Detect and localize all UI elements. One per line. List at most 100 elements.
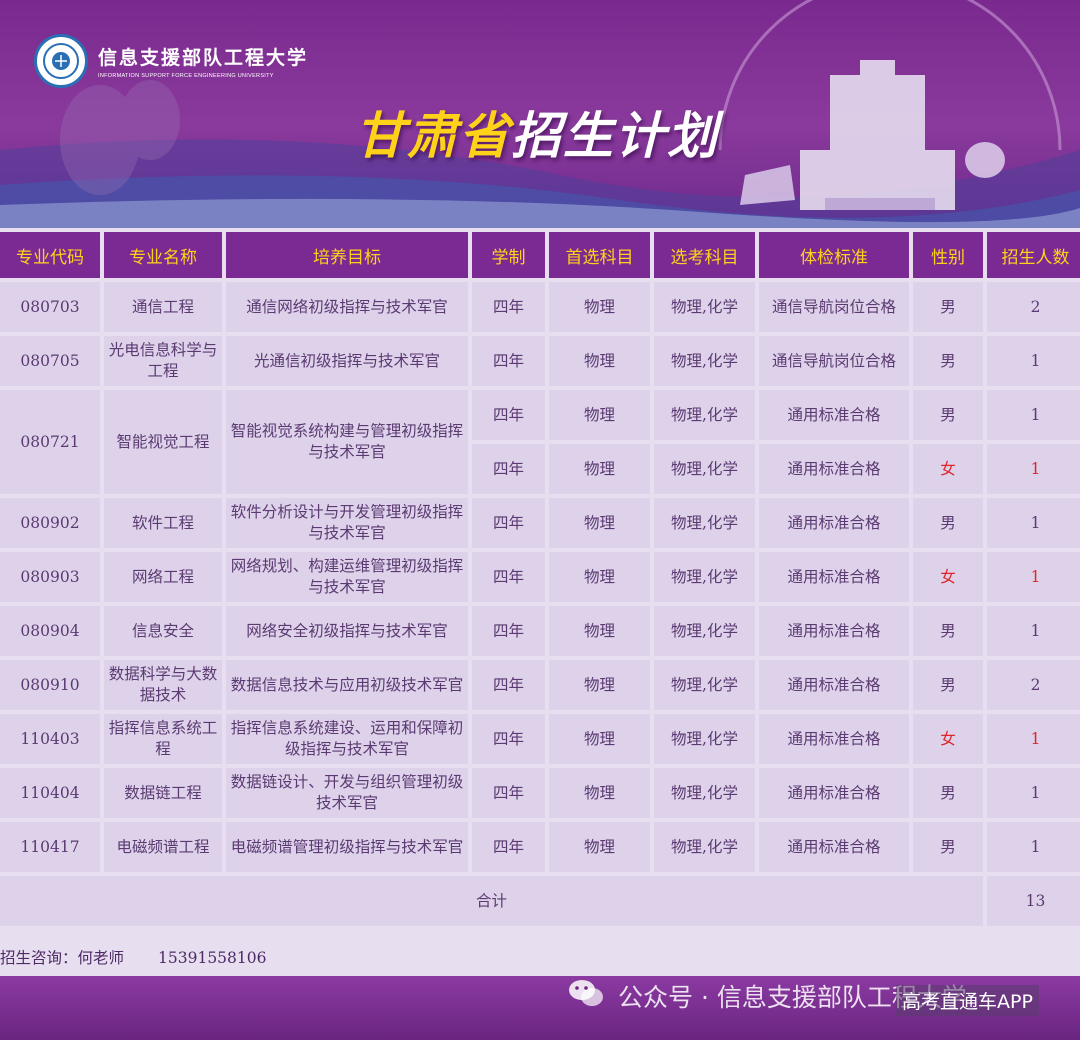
cell-code: 110417	[0, 822, 100, 872]
col-header-major: 专业名称	[104, 232, 222, 278]
cell-exam: 通用标准合格	[759, 660, 909, 710]
cell-count: 1	[987, 552, 1080, 602]
col-header-years: 学制	[472, 232, 545, 278]
cell-exam: 通用标准合格	[759, 552, 909, 602]
cell-elective: 物理,化学	[654, 282, 755, 332]
col-header-count: 招生人数	[987, 232, 1080, 278]
cell-count: 1	[987, 768, 1080, 818]
consult-phone: 15391558106	[158, 949, 267, 967]
cell-elective: 物理,化学	[654, 498, 755, 548]
cell-elective: 物理,化学	[654, 768, 755, 818]
cell-code: 080904	[0, 606, 100, 656]
cell-gender: 男	[913, 390, 983, 440]
cell-first-subject: 物理	[549, 660, 650, 710]
col-header-goal: 培养目标	[226, 232, 468, 278]
cell-gender: 女	[913, 714, 983, 764]
title-rest: 招生计划	[511, 107, 719, 165]
cell-code: 080721	[0, 390, 100, 494]
cell-goal: 指挥信息系统建设、运用和保障初级指挥与技术军官	[226, 714, 468, 764]
cell-count: 1	[987, 498, 1080, 548]
table-total-row: 合计 13	[0, 876, 1080, 926]
cell-count: 1	[987, 444, 1080, 494]
cell-major: 信息安全	[104, 606, 222, 656]
cell-count: 1	[987, 336, 1080, 386]
cell-first-subject: 物理	[549, 606, 650, 656]
cell-major: 指挥信息系统工程	[104, 714, 222, 764]
table-row: 080903 网络工程 网络规划、构建运维管理初级指挥与技术军官 四年 物理 物…	[0, 552, 1080, 602]
cell-first-subject: 物理	[549, 390, 650, 440]
table-row: 080703 通信工程 通信网络初级指挥与技术军官 四年 物理 物理,化学 通信…	[0, 282, 1080, 332]
cell-elective: 物理,化学	[654, 336, 755, 386]
cell-exam: 通用标准合格	[759, 444, 909, 494]
cell-gender: 男	[913, 606, 983, 656]
cell-exam: 通用标准合格	[759, 768, 909, 818]
cell-code: 110404	[0, 768, 100, 818]
cell-elective: 物理,化学	[654, 714, 755, 764]
cell-first-subject: 物理	[549, 282, 650, 332]
cell-elective: 物理,化学	[654, 552, 755, 602]
cell-first-subject: 物理	[549, 552, 650, 602]
table-row: 080904 信息安全 网络安全初级指挥与技术军官 四年 物理 物理,化学 通用…	[0, 606, 1080, 656]
cell-goal: 数据信息技术与应用初级技术军官	[226, 660, 468, 710]
cell-count: 1	[987, 390, 1080, 440]
cell-code: 080705	[0, 336, 100, 386]
cell-first-subject: 物理	[549, 714, 650, 764]
cell-first-subject: 物理	[549, 822, 650, 872]
cell-code: 080902	[0, 498, 100, 548]
cell-exam: 通用标准合格	[759, 714, 909, 764]
cell-years: 四年	[472, 336, 545, 386]
cell-major: 网络工程	[104, 552, 222, 602]
cell-elective: 物理,化学	[654, 606, 755, 656]
consult-label: 招生咨询：何老师	[0, 949, 125, 967]
cell-gender: 男	[913, 768, 983, 818]
cell-gender: 男	[913, 498, 983, 548]
table-row: 080902 软件工程 软件分析设计与开发管理初级指挥与技术军官 四年 物理 物…	[0, 498, 1080, 548]
school-name-cn: 信息支援部队工程大学	[98, 47, 309, 69]
cell-gender: 女	[913, 552, 983, 602]
cell-goal: 网络安全初级指挥与技术军官	[226, 606, 468, 656]
cell-gender: 男	[913, 282, 983, 332]
cell-major: 通信工程	[104, 282, 222, 332]
cell-years: 四年	[472, 606, 545, 656]
cell-goal: 网络规划、构建运维管理初级指挥与技术军官	[226, 552, 468, 602]
cell-major: 数据链工程	[104, 768, 222, 818]
cell-major: 光电信息科学与工程	[104, 336, 222, 386]
cell-exam: 通信导航岗位合格	[759, 282, 909, 332]
cell-goal: 通信网络初级指挥与技术军官	[226, 282, 468, 332]
table-row: 080910 数据科学与大数据技术 数据信息技术与应用初级技术军官 四年 物理 …	[0, 660, 1080, 710]
table-row: 110403 指挥信息系统工程 指挥信息系统建设、运用和保障初级指挥与技术军官 …	[0, 714, 1080, 764]
cell-gender: 男	[913, 660, 983, 710]
cell-goal: 电磁频谱管理初级指挥与技术军官	[226, 822, 468, 872]
cell-count: 1	[987, 822, 1080, 872]
cell-major: 软件工程	[104, 498, 222, 548]
cell-years: 四年	[472, 444, 545, 494]
cell-goal: 软件分析设计与开发管理初级指挥与技术军官	[226, 498, 468, 548]
table-row: 080721 智能视觉工程 智能视觉系统构建与管理初级指挥与技术军官 四年 物理…	[0, 390, 1080, 494]
cell-count: 1	[987, 714, 1080, 764]
total-label: 合计	[0, 876, 983, 926]
cell-elective: 物理,化学	[654, 390, 755, 440]
table-row: 080705 光电信息科学与工程 光通信初级指挥与技术军官 四年 物理 物理,化…	[0, 336, 1080, 386]
header-banner: 信息支援部队工程大学 INFORMATION SUPPORT FORCE ENG…	[0, 0, 1080, 228]
cell-code: 080903	[0, 552, 100, 602]
cell-code: 080703	[0, 282, 100, 332]
cell-first-subject: 物理	[549, 498, 650, 548]
col-header-elective: 选考科目	[654, 232, 755, 278]
school-logo: 信息支援部队工程大学 INFORMATION SUPPORT FORCE ENG…	[34, 34, 308, 88]
table-row: 110404 数据链工程 数据链设计、开发与组织管理初级技术军官 四年 物理 物…	[0, 768, 1080, 818]
school-emblem-icon	[34, 34, 88, 88]
cell-code: 110403	[0, 714, 100, 764]
table-header-row: 专业代码 专业名称 培养目标 学制 首选科目 选考科目 体检标准 性别 招生人数	[0, 232, 1080, 278]
cell-major: 智能视觉工程	[104, 390, 222, 494]
page-title: 甘肃省招生计划	[355, 96, 719, 168]
cell-first-subject: 物理	[549, 336, 650, 386]
cell-first-subject: 物理	[549, 444, 650, 494]
cell-elective: 物理,化学	[654, 822, 755, 872]
cell-exam: 通信导航岗位合格	[759, 336, 909, 386]
cell-first-subject: 物理	[549, 768, 650, 818]
cell-code: 080910	[0, 660, 100, 710]
cell-elective: 物理,化学	[654, 660, 755, 710]
school-name-en: INFORMATION SUPPORT FORCE ENGINEERING UN…	[98, 73, 274, 79]
cell-years: 四年	[472, 660, 545, 710]
wechat-icon	[568, 978, 604, 1014]
